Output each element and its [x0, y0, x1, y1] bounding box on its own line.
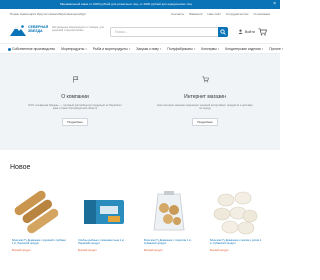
logo-text[interactable]: СЕВЕРНАЯ ЗВЕЗДА — [28, 25, 50, 33]
about-card-title: О компании — [61, 94, 89, 100]
tagline: Натуральные морепродукты с Севера, для з… — [52, 26, 104, 33]
info-link-site[interactable]: Наш сайт — [208, 12, 221, 16]
info-link-cooperation[interactable]: Сотрудничество — [226, 12, 249, 16]
logo-icon[interactable] — [10, 24, 26, 36]
hero-section: О компании ООО «Северная Звезда» — торго… — [0, 54, 280, 150]
account-label: Войти — [245, 29, 255, 34]
promo-bar: Минимальный заказ от 1000 рублей для роз… — [0, 0, 280, 9]
category-nav: Собственное производство Морепродукты ▾ … — [0, 43, 283, 54]
product-image-pancakes[interactable] — [12, 186, 62, 236]
chevron-down-icon: ▾ — [128, 47, 131, 51]
location-text[interactable]: Пермь Красноярск Иркутск Новосибирск Ека… — [10, 12, 86, 16]
about-card-text: ООО «Северная Звезда» — торговый дистриб… — [28, 104, 122, 111]
nav-item-seafood[interactable]: Морепродукты ▾ — [61, 47, 87, 51]
nav-items: Собственное производство Морепродукты ▾ … — [8, 47, 283, 51]
info-links: Контакты Вакансии Наш сайт Сотрудничеств… — [171, 12, 270, 16]
new-section-title: Новое — [10, 164, 31, 171]
nav-item-other[interactable]: Прочее ▾ — [269, 47, 283, 51]
promo-text: Минимальный заказ от 1000 рублей для роз… — [60, 2, 192, 6]
chevron-down-icon: ▾ — [217, 47, 220, 51]
nav-item-label: Полуфабрикаты — [167, 47, 193, 51]
product-card[interactable]: Хлебцы рыбные с семенами льна 1 кг, Перм… — [74, 186, 132, 280]
shop-card-title: Интернет магазин — [184, 94, 226, 100]
nav-item-own-production[interactable]: Собственное производство — [8, 47, 55, 51]
info-bar: Пермь Красноярск Иркутск Новосибирск Ека… — [0, 9, 280, 19]
nav-item-label: Собственное производство — [12, 47, 56, 51]
about-card: О компании ООО «Северная Звезда» — торго… — [20, 76, 130, 140]
logo-line-2: ЗВЕЗДА — [28, 29, 43, 33]
shop-more-button[interactable]: Подробнее — [192, 118, 218, 127]
search-button[interactable] — [218, 27, 228, 37]
shop-card: Интернет магазин Наш интернет-магазин пр… — [150, 76, 260, 140]
nav-item-label: Прочее — [269, 47, 281, 51]
info-link-contacts[interactable]: Контакты — [171, 12, 184, 16]
flag-icon — [72, 76, 78, 83]
product-name[interactable]: Блинчики Ту Домашние с курицей и грибами… — [12, 239, 66, 245]
close-icon[interactable]: × — [273, 2, 276, 7]
nav-item-semi-finished[interactable]: Полуфабрикаты ▾ — [167, 47, 195, 51]
nav-item-canned[interactable]: Консервы ▾ — [201, 47, 219, 51]
product-name[interactable]: Хлебцы рыбные с семенами льна 1 кг, Перм… — [78, 239, 132, 245]
search-icon — [220, 29, 226, 35]
product-name[interactable]: Блинчики Ту Домашние с творогом 1 кг, Ку… — [144, 239, 198, 245]
product-image-cookies[interactable] — [210, 186, 260, 236]
account-button[interactable]: Войти — [238, 29, 255, 34]
nav-item-label: Кондитерские изделия — [225, 47, 261, 51]
nav-item-label: Закуски к пиву — [136, 47, 159, 51]
product-card[interactable]: Блинчики Ту Домашние с курицей и грибами… — [8, 186, 66, 280]
chevron-down-icon: ▾ — [261, 47, 264, 51]
nav-item-label: Морепродукты — [61, 47, 85, 51]
product-weight: Весовой продукт — [210, 249, 229, 252]
shop-card-text: Наш интернет-магазин предлагает широкий … — [157, 104, 253, 111]
product-weight: Весовой продукт — [144, 249, 163, 252]
search-placeholder: Поиск... — [115, 30, 128, 34]
nav-item-fish[interactable]: Рыба и морепродукты ▾ — [93, 47, 130, 51]
cart-icon[interactable] — [258, 28, 267, 36]
about-more-button[interactable]: Подробнее — [62, 118, 88, 127]
chevron-down-icon: ▾ — [85, 47, 87, 51]
product-weight: Весовой продукт — [78, 249, 97, 252]
nav-item-beer-snacks[interactable]: Закуски к пиву ▾ — [136, 47, 161, 51]
product-card[interactable]: Блинчики Ту Домашние с творогом 1 кг, Ку… — [140, 186, 198, 280]
nav-item-confectionery[interactable]: Кондитерские изделия ▾ — [225, 47, 263, 51]
user-icon — [238, 29, 243, 34]
cart-icon — [201, 76, 209, 83]
site-header: СЕВЕРНАЯ ЗВЕЗДА Натуральные морепродукты… — [0, 19, 280, 43]
info-link-about[interactable]: О компании — [253, 12, 270, 16]
chevron-down-icon: ▾ — [159, 47, 162, 51]
nav-item-label: Консервы — [201, 47, 217, 51]
search-input[interactable]: Поиск... — [110, 27, 228, 37]
brand-dot-icon — [8, 47, 11, 51]
info-link-vacancies[interactable]: Вакансии — [189, 12, 202, 16]
chevron-down-icon: ▾ — [193, 47, 196, 51]
product-card[interactable]: Блинчики Ту Домашние с мясом и рисом 1 к… — [206, 186, 264, 280]
product-image-bag[interactable] — [144, 186, 194, 236]
product-image-package[interactable] — [78, 186, 128, 236]
chevron-down-icon: ▾ — [281, 47, 284, 51]
nav-item-label: Рыба и морепродукты — [92, 47, 128, 51]
product-list: Блинчики Ту Домашние с курицей и грибами… — [0, 186, 280, 280]
product-weight: Весовой продукт — [12, 249, 31, 252]
product-name[interactable]: Блинчики Ту Домашние с мясом и рисом 1 к… — [210, 239, 264, 245]
